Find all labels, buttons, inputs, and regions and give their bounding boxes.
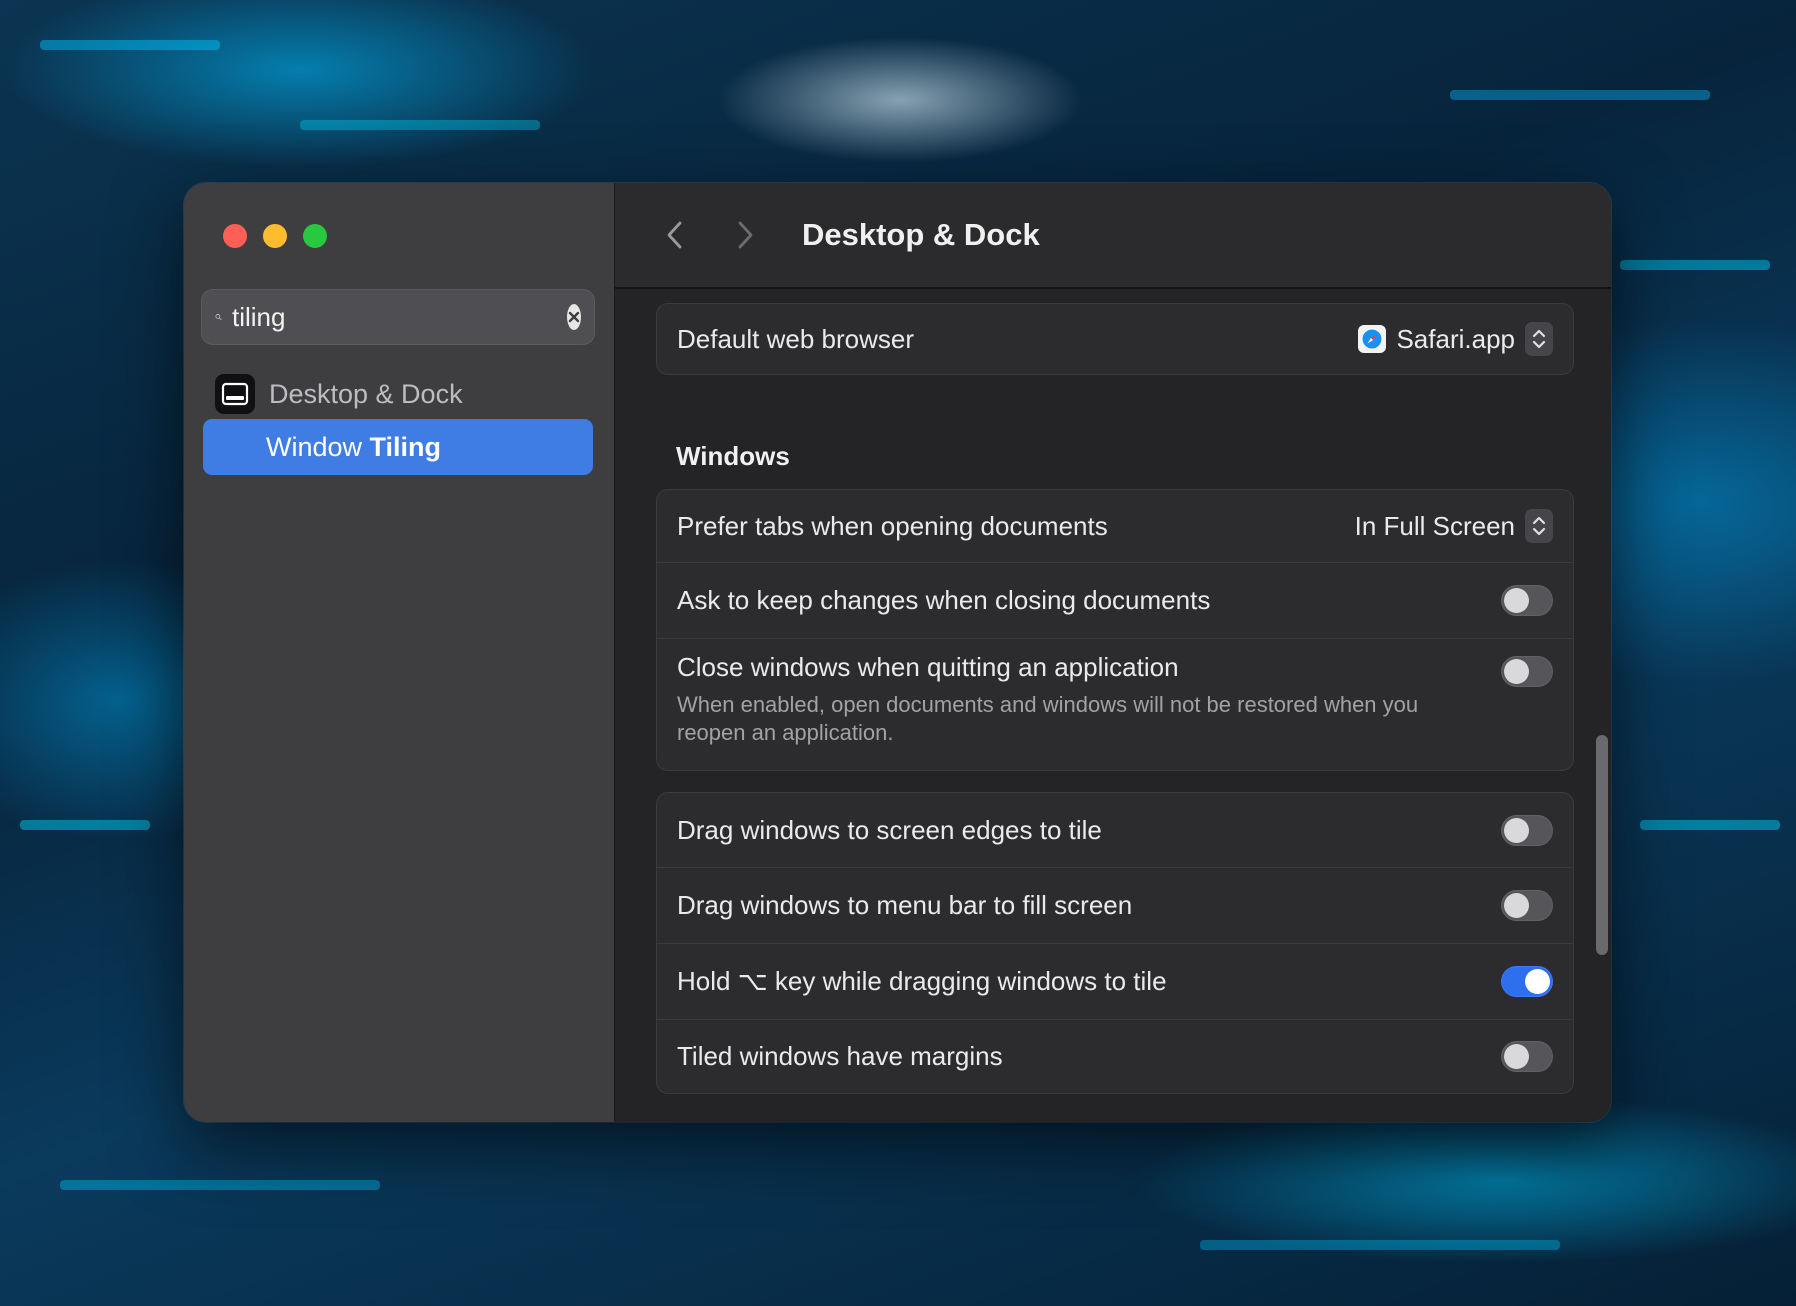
prefer-tabs-row: Prefer tabs when opening documents In Fu… [657,490,1573,563]
label-search-match: Tiling [369,431,442,462]
settings-content: Default web browser Safari.app Windows P… [615,289,1611,1122]
close-windows-label: Close windows when quitting an applicati… [677,652,1179,682]
default-browser-row: Default web browser Safari.app [657,304,1573,374]
tiling-group: Drag windows to screen edges to tile Dra… [656,792,1574,1094]
main-pane: Desktop & Dock Default web browser Safar… [615,183,1611,1122]
zoom-window-button[interactable] [303,224,327,248]
desktop-dock-icon [215,374,255,414]
toggle-knob [1504,588,1529,613]
drag-edges-toggle[interactable] [1501,814,1553,846]
scrollbar-thumb[interactable] [1596,735,1608,955]
window-controls [223,224,327,248]
safari-icon [1358,325,1387,353]
chevron-left-icon [667,221,682,249]
toolbar: Desktop & Dock [615,183,1611,289]
hold-option-row: Hold ⌥ key while dragging windows to til… [657,944,1573,1020]
search-icon [215,314,222,321]
scrollbar[interactable] [1589,289,1611,1122]
forward-button[interactable] [722,212,768,258]
chevron-updown-icon [1525,322,1553,356]
close-window-button[interactable] [223,224,247,248]
toggle-knob [1504,659,1529,684]
toggle-knob [1504,817,1529,843]
minimize-window-button[interactable] [263,224,287,248]
settings-window: Desktop & Dock Window Tiling Desktop & D… [184,183,1611,1122]
prefer-tabs-popup[interactable]: In Full Screen [1355,509,1553,543]
hold-option-label: Hold ⌥ key while dragging windows to til… [677,966,1167,996]
tiled-margins-row: Tiled windows have margins [657,1020,1573,1093]
browser-group: Default web browser Safari.app [656,303,1574,375]
ask-keep-changes-row: Ask to keep changes when closing documen… [657,563,1573,639]
toggle-knob [1504,893,1529,918]
page-title: Desktop & Dock [802,217,1040,252]
windows-section-heading: Windows [676,441,790,471]
close-windows-text: Close windows when quitting an applicati… [677,652,1467,747]
tiled-margins-label: Tiled windows have margins [677,1041,1003,1071]
chevron-right-icon [738,221,753,249]
sidebar-item-window-tiling[interactable]: Window Tiling [203,419,593,475]
toggle-knob [1504,1044,1529,1069]
default-browser-label: Default web browser [677,323,914,354]
chevron-updown-icon [1525,509,1553,543]
default-browser-popup[interactable]: Safari.app [1358,322,1553,356]
drag-menubar-label: Drag windows to menu bar to fill screen [677,890,1133,920]
default-browser-value: Safari.app [1396,323,1515,354]
sidebar-item-label: Window Tiling [266,432,441,463]
close-windows-toggle[interactable] [1501,656,1553,687]
windows-group: Prefer tabs when opening documents In Fu… [656,489,1574,771]
ask-keep-changes-label: Ask to keep changes when closing documen… [677,585,1211,615]
clear-search-icon[interactable] [567,304,581,330]
search-input[interactable] [232,301,567,333]
tiled-margins-toggle[interactable] [1501,1041,1553,1072]
ask-keep-changes-toggle[interactable] [1501,585,1553,616]
back-button[interactable] [652,212,698,258]
drag-edges-row: Drag windows to screen edges to tile [657,793,1573,868]
drag-menubar-row: Drag windows to menu bar to fill screen [657,868,1573,944]
label-prefix: Window [266,431,370,462]
drag-menubar-toggle[interactable] [1501,890,1553,921]
close-windows-row: Close windows when quitting an applicati… [657,639,1573,770]
sidebar: Desktop & Dock Window Tiling [184,183,615,1122]
drag-edges-label: Drag windows to screen edges to tile [677,814,1102,845]
prefer-tabs-value: In Full Screen [1354,510,1515,541]
prefer-tabs-label: Prefer tabs when opening documents [677,510,1108,541]
search-field[interactable] [201,289,595,345]
close-windows-description: When enabled, open documents and windows… [677,692,1419,745]
sidebar-item-label: Desktop & Dock [269,378,463,409]
toggle-knob [1525,969,1550,994]
sidebar-item-desktop-dock[interactable]: Desktop & Dock [215,374,463,414]
hold-option-toggle[interactable] [1501,966,1553,997]
